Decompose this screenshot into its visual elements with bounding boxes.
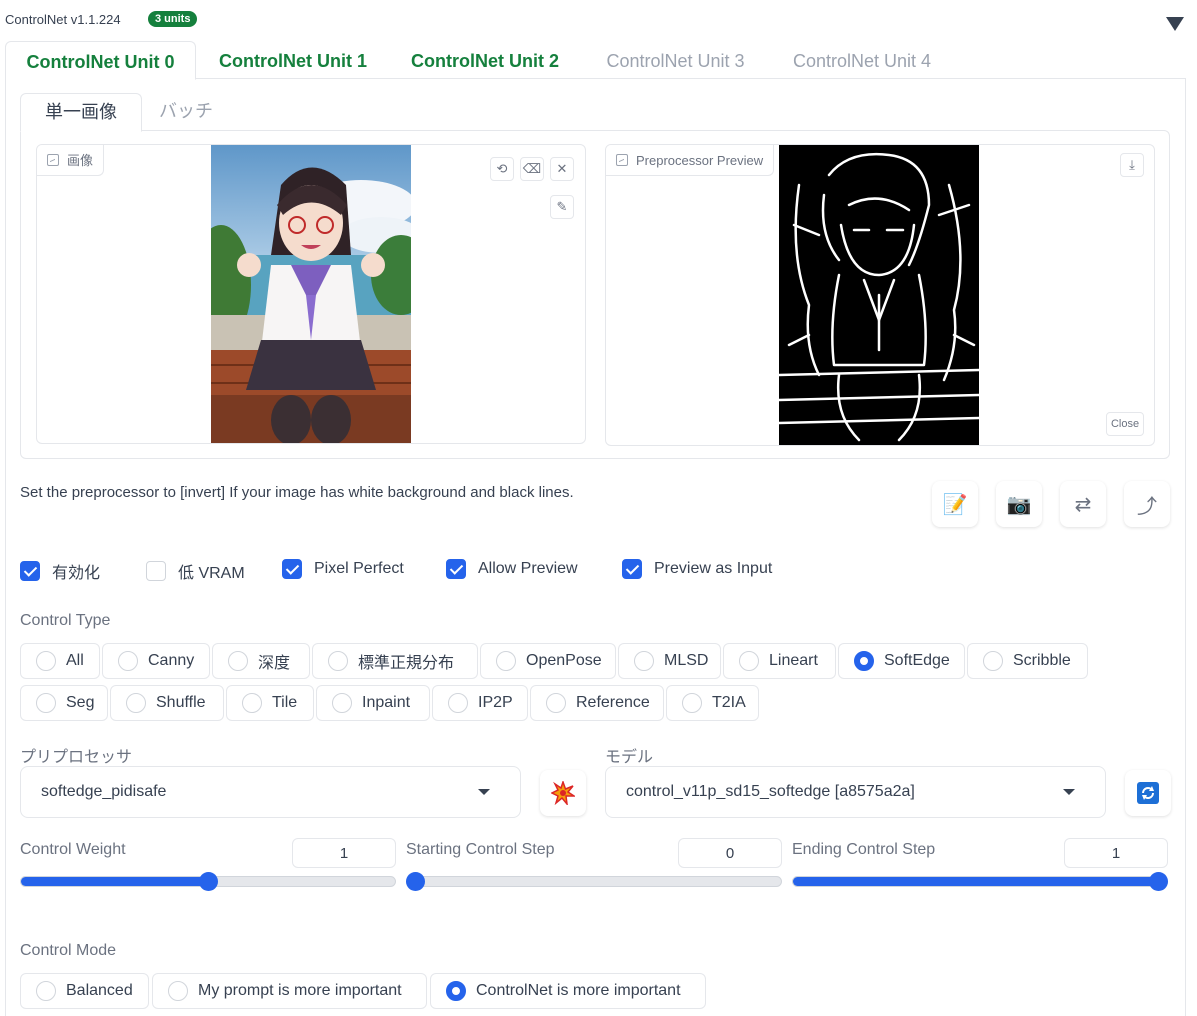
preview-image-label: Preprocessor Preview: [606, 145, 775, 176]
rotate-icon[interactable]: ⟲: [490, 157, 514, 181]
enable-checkbox[interactable]: 有効化: [20, 559, 100, 583]
tab-unit-4[interactable]: ControlNet Unit 4: [771, 41, 953, 79]
control-weight-input[interactable]: 1: [292, 838, 396, 868]
chevron-down-icon: [478, 789, 490, 795]
low-vram-checkbox[interactable]: 低 VRAM: [146, 559, 245, 583]
ending-step-track[interactable]: [792, 876, 1168, 887]
control-type-reference[interactable]: Reference: [530, 685, 664, 721]
input-image-box[interactable]: 画像 ⟲ ⌫ ✕ ✎: [36, 144, 586, 444]
control-weight-thumb[interactable]: [198, 872, 218, 891]
ending-step-input[interactable]: 1: [1064, 838, 1168, 868]
preview-image: [779, 145, 979, 445]
control-type-seg[interactable]: Seg: [20, 685, 108, 721]
tab-single-image[interactable]: 単一画像: [20, 93, 142, 132]
preprocessor-dropdown[interactable]: softedge_pidisafe: [20, 766, 521, 818]
camera-button[interactable]: 📷: [996, 481, 1042, 527]
control-type-inpaint[interactable]: Inpaint: [316, 685, 430, 721]
input-image: [211, 145, 411, 443]
pixel-perfect-checkbox[interactable]: Pixel Perfect: [282, 559, 404, 579]
control-type-ip2p[interactable]: IP2P: [432, 685, 528, 721]
invert-hint: Set the preprocessor to [invert] If your…: [20, 484, 574, 501]
swap-button[interactable]: ⇄: [1060, 481, 1106, 527]
control-type-mlsd[interactable]: MLSD: [618, 643, 721, 679]
starting-step-track[interactable]: [406, 876, 782, 887]
run-preprocessor-button[interactable]: [540, 770, 586, 816]
units-badge: 3 units: [148, 11, 198, 27]
control-type-canny[interactable]: Canny: [102, 643, 210, 679]
preview-as-input-checkbox[interactable]: Preview as Input: [622, 559, 772, 579]
control-weight-label: Control Weight: [20, 841, 126, 858]
send-dimensions-button[interactable]: ⤴: [1124, 481, 1170, 527]
tab-unit-1[interactable]: ControlNet Unit 1: [198, 41, 388, 79]
starting-step-input[interactable]: 0: [678, 838, 782, 868]
control-type-all[interactable]: All: [20, 643, 100, 679]
preprocessor-label: プリプロセッサ: [20, 749, 133, 766]
allow-preview-checkbox[interactable]: Allow Preview: [446, 559, 578, 579]
tab-unit-2[interactable]: ControlNet Unit 2: [390, 41, 580, 79]
control-type-lineart[interactable]: Lineart: [723, 643, 836, 679]
refresh-models-button[interactable]: [1125, 770, 1171, 816]
ending-step-label: Ending Control Step: [792, 841, 936, 858]
tab-batch[interactable]: バッチ: [142, 93, 230, 131]
model-label: モデル: [605, 749, 654, 766]
tab-unit-3[interactable]: ControlNet Unit 3: [582, 41, 769, 79]
close-icon[interactable]: ✕: [550, 157, 574, 181]
control-mode-controlnet[interactable]: ControlNet is more important: [430, 973, 706, 1009]
tab-unit-0[interactable]: ControlNet Unit 0: [5, 41, 196, 80]
control-type-label: Control Type: [20, 612, 111, 629]
control-mode-balanced[interactable]: Balanced: [20, 973, 149, 1009]
image-mode-tabs: 単一画像 バッチ: [20, 93, 1170, 132]
starting-step-label: Starting Control Step: [406, 841, 555, 858]
collapse-icon[interactable]: [1166, 17, 1184, 31]
extension-title: ControlNet v1.1.224: [5, 12, 121, 27]
control-mode-label: Control Mode: [20, 942, 117, 959]
preview-image-box: Preprocessor Preview ⤓ Close: [605, 144, 1155, 446]
starting-step-thumb[interactable]: [406, 872, 425, 891]
eraser-icon[interactable]: ⌫: [520, 157, 544, 181]
download-icon[interactable]: ⤓: [1120, 153, 1144, 177]
refresh-icon: [1137, 782, 1159, 804]
control-type-t2ia[interactable]: T2IA: [666, 685, 759, 721]
control-type-scribble[interactable]: Scribble: [967, 643, 1088, 679]
model-dropdown[interactable]: control_v11p_sd15_softedge [a8575a2a]: [605, 766, 1106, 818]
image-frame: 画像 ⟲ ⌫ ✕ ✎ Preprocessor Preview ⤓ Close: [20, 130, 1170, 459]
control-type-normal[interactable]: 標準正規分布: [312, 643, 478, 679]
chevron-down-icon: [1063, 789, 1075, 795]
control-type-openpose[interactable]: OpenPose: [480, 643, 616, 679]
unit-tabs: ControlNet Unit 0 ControlNet Unit 1 Cont…: [5, 41, 1186, 80]
ending-step-thumb[interactable]: [1149, 872, 1168, 891]
notepad-button[interactable]: 📝: [932, 481, 978, 527]
preview-close-button[interactable]: Close: [1106, 412, 1144, 436]
image-icon: [616, 154, 628, 166]
control-type-tile[interactable]: Tile: [226, 685, 314, 721]
explosion-icon: [551, 781, 575, 805]
brush-icon[interactable]: ✎: [550, 195, 574, 219]
image-icon: [47, 154, 59, 166]
control-type-depth[interactable]: 深度: [212, 643, 310, 679]
control-type-softedge[interactable]: SoftEdge: [838, 643, 965, 679]
control-mode-prompt[interactable]: My prompt is more important: [152, 973, 427, 1009]
control-type-shuffle[interactable]: Shuffle: [110, 685, 224, 721]
input-image-label: 画像: [37, 145, 105, 176]
